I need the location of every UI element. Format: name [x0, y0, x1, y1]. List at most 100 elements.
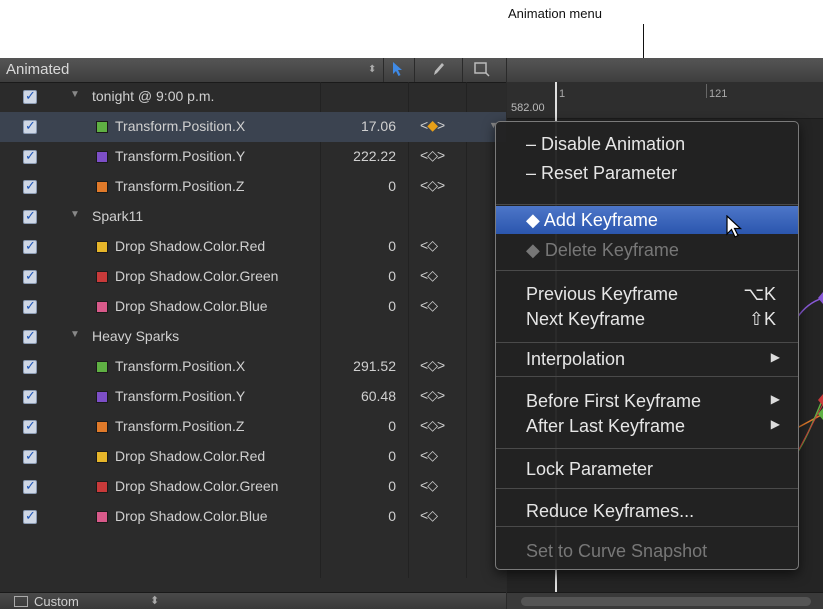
- scrollbar-thumb[interactable]: [521, 597, 811, 606]
- popup-arrows-icon[interactable]: ⬍: [368, 64, 376, 75]
- next-keyframe-icon[interactable]: >: [437, 357, 445, 373]
- keyframe-diamond-icon[interactable]: ◇: [427, 417, 438, 433]
- keyframe-diamond-icon[interactable]: ◇: [427, 477, 438, 493]
- parameter-name: Transform.Position.Y: [115, 148, 246, 164]
- parameter-row[interactable]: Transform.Position.X 291.52 <◇>: [0, 352, 506, 382]
- menu-item[interactable]: Before First Keyframe ▶: [496, 388, 798, 413]
- enable-checkbox[interactable]: [23, 418, 37, 434]
- parameter-value[interactable]: 0: [388, 238, 396, 254]
- next-keyframe-icon[interactable]: >: [437, 387, 445, 403]
- next-keyframe-icon[interactable]: >: [437, 417, 445, 433]
- menu-item[interactable]: Lock Parameter: [496, 455, 798, 483]
- parameter-value[interactable]: 17.06: [361, 118, 396, 134]
- show-menu-label[interactable]: Animated: [6, 61, 69, 78]
- menu-item[interactable]: ◆ Add Keyframe: [496, 206, 798, 234]
- enable-checkbox[interactable]: [23, 178, 37, 194]
- group-row[interactable]: ▼ Spark11: [0, 202, 506, 232]
- parameter-row[interactable]: Transform.Position.Y 60.48 <◇>: [0, 382, 506, 412]
- popup-arrows-icon[interactable]: ⬍: [150, 594, 159, 607]
- keyframe-navigation-controls[interactable]: <◇: [420, 237, 438, 254]
- group-row[interactable]: ▼ Heavy Sparks: [0, 322, 506, 352]
- parameter-value[interactable]: 222.22: [353, 148, 396, 164]
- group-row[interactable]: ▼ tonight @ 9:00 p.m.: [0, 82, 506, 112]
- keyframe-navigation-controls[interactable]: <◇>: [420, 147, 445, 164]
- timeline-scrollbar[interactable]: [507, 592, 823, 609]
- parameter-value[interactable]: 0: [388, 268, 396, 284]
- menu-item[interactable]: Previous Keyframe ⌥K: [496, 281, 798, 306]
- parameter-value[interactable]: 0: [388, 448, 396, 464]
- keyframe-diamond-icon[interactable]: ◇: [427, 357, 438, 373]
- keyframe-diamond-icon[interactable]: ◆: [427, 117, 438, 133]
- box-tool-icon[interactable]: [474, 61, 490, 80]
- parameter-row[interactable]: Transform.Position.X17.06<◆>▼: [0, 112, 506, 142]
- menu-item[interactable]: Next Keyframe ⇧K: [496, 306, 798, 331]
- parameter-row[interactable]: Transform.Position.Z 0 <◇>: [0, 172, 506, 202]
- next-keyframe-icon[interactable]: >: [437, 147, 445, 163]
- arrow-tool-icon[interactable]: [392, 61, 404, 80]
- menu-item[interactable]: Reduce Keyframes...: [496, 497, 798, 525]
- menu-item[interactable]: After Last Keyframe ▶: [496, 413, 798, 438]
- keyframe-diamond-icon[interactable]: ◇: [427, 237, 438, 253]
- enable-checkbox[interactable]: [23, 148, 37, 164]
- curve-color-swatch: [96, 361, 108, 373]
- menu-item[interactable]: Interpolation ▶: [496, 346, 798, 372]
- keyframe-diamond-icon[interactable]: ◇: [427, 447, 438, 463]
- keyframe-diamond-icon[interactable]: ◇: [427, 177, 438, 193]
- keyframe-navigation-controls[interactable]: <◇: [420, 447, 438, 464]
- parameter-row[interactable]: Drop Shadow.Color.Blue 0 <◇: [0, 292, 506, 322]
- keyframe-navigation-controls[interactable]: <◇>: [420, 417, 445, 434]
- keyframe-navigation-controls[interactable]: <◇: [420, 267, 438, 284]
- parameter-row[interactable]: Drop Shadow.Color.Red 0 <◇: [0, 442, 506, 472]
- menu-separator: [496, 270, 798, 271]
- parameter-row[interactable]: Transform.Position.Z 0 <◇>: [0, 412, 506, 442]
- menu-separator: [496, 526, 798, 527]
- menu-item[interactable]: – Disable Animation: [496, 130, 798, 158]
- keyframe-diamond-icon[interactable]: ◇: [427, 387, 438, 403]
- enable-checkbox[interactable]: [23, 238, 37, 254]
- parameter-row[interactable]: Drop Shadow.Color.Green 0 <◇: [0, 262, 506, 292]
- keyframe-navigation-controls[interactable]: <◇: [420, 297, 438, 314]
- parameter-value[interactable]: 0: [388, 418, 396, 434]
- enable-checkbox[interactable]: [23, 298, 37, 314]
- enable-checkbox[interactable]: [23, 118, 37, 134]
- parameter-row[interactable]: Drop Shadow.Color.Red 0 <◇: [0, 232, 506, 262]
- group-name: tonight @ 9:00 p.m.: [92, 88, 215, 104]
- keyframe-navigation-controls[interactable]: <◇: [420, 507, 438, 524]
- next-keyframe-icon[interactable]: >: [437, 117, 445, 133]
- parameter-value[interactable]: 291.52: [353, 358, 396, 374]
- curve-color-swatch: [96, 511, 108, 523]
- enable-checkbox[interactable]: [23, 88, 37, 104]
- keyframe-navigation-controls[interactable]: <◇>: [420, 177, 445, 194]
- enable-checkbox[interactable]: [23, 268, 37, 284]
- parameter-value[interactable]: 0: [388, 178, 396, 194]
- parameter-set-popup[interactable]: Custom: [34, 594, 79, 609]
- parameter-row[interactable]: Transform.Position.Y 222.22 <◇>: [0, 142, 506, 172]
- keyframe-diamond-icon[interactable]: ◇: [427, 267, 438, 283]
- disclosure-triangle-icon[interactable]: ▼: [70, 89, 80, 100]
- pencil-tool-icon[interactable]: [432, 61, 446, 80]
- enable-checkbox[interactable]: [23, 478, 37, 494]
- next-keyframe-icon[interactable]: >: [437, 177, 445, 193]
- enable-checkbox[interactable]: [23, 388, 37, 404]
- keyframe-navigation-controls[interactable]: <◇>: [420, 387, 445, 404]
- keyframe-navigation-controls[interactable]: <◇: [420, 477, 438, 494]
- parameter-row[interactable]: Drop Shadow.Color.Green 0 <◇: [0, 472, 506, 502]
- keyframe-navigation-controls[interactable]: <◇>: [420, 357, 445, 374]
- parameter-row[interactable]: Drop Shadow.Color.Blue 0 <◇: [0, 502, 506, 532]
- enable-checkbox[interactable]: [23, 328, 37, 344]
- enable-checkbox[interactable]: [23, 508, 37, 524]
- parameter-value[interactable]: 0: [388, 478, 396, 494]
- parameter-value[interactable]: 0: [388, 298, 396, 314]
- keyframe-navigation-controls[interactable]: <◆>: [420, 117, 445, 134]
- enable-checkbox[interactable]: [23, 358, 37, 374]
- keyframe-diamond-icon[interactable]: ◇: [427, 147, 438, 163]
- disclosure-triangle-icon[interactable]: ▼: [70, 329, 80, 340]
- enable-checkbox[interactable]: [23, 208, 37, 224]
- keyframe-diamond-icon[interactable]: ◇: [427, 297, 438, 313]
- enable-checkbox[interactable]: [23, 448, 37, 464]
- parameter-value[interactable]: 60.48: [361, 388, 396, 404]
- parameter-value[interactable]: 0: [388, 508, 396, 524]
- disclosure-triangle-icon[interactable]: ▼: [70, 209, 80, 220]
- menu-item[interactable]: – Reset Parameter: [496, 159, 798, 187]
- keyframe-diamond-icon[interactable]: ◇: [427, 507, 438, 523]
